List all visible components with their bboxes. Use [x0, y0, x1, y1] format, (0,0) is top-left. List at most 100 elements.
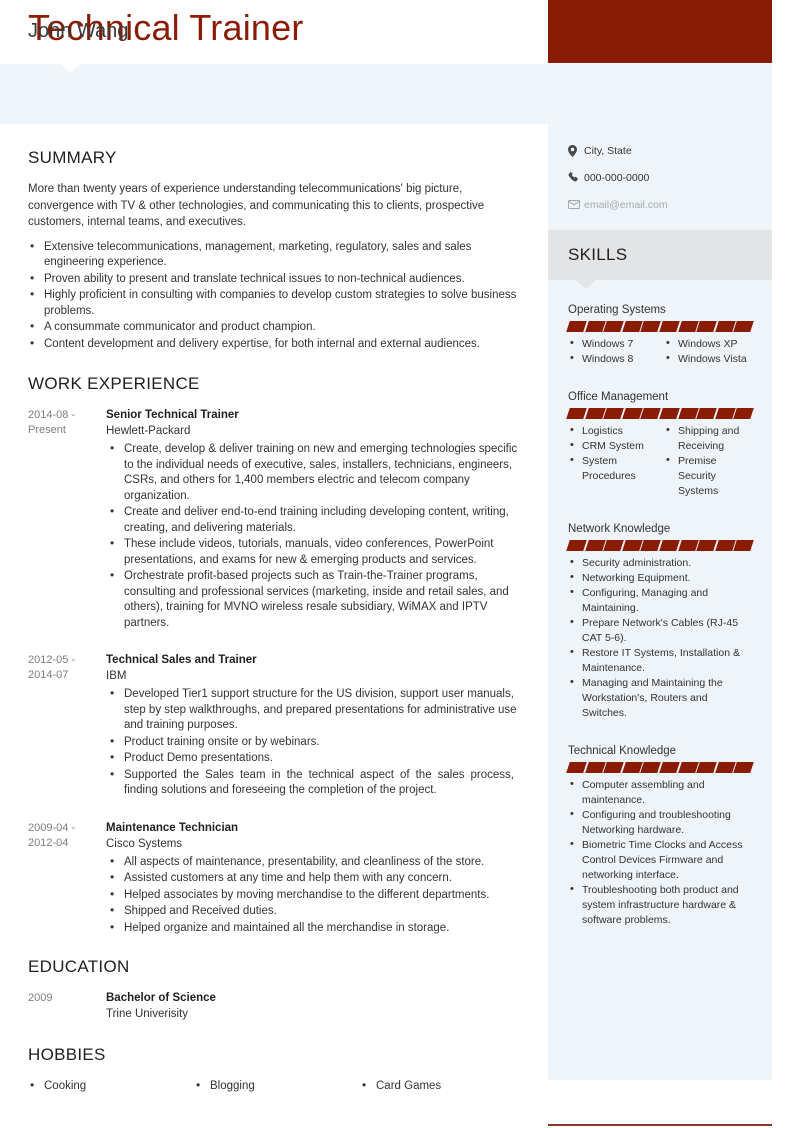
list-item: Premise Security Systems — [664, 453, 752, 499]
list-item: CRM System — [568, 438, 656, 454]
map-pin-icon — [568, 144, 584, 157]
skill-rating-bars — [566, 408, 754, 419]
list-item: Windows Vista — [664, 351, 752, 367]
contact-info-list: City, State 000-000-0000 email@email.com — [548, 124, 772, 230]
list-item: Create and deliver end-to-end training i… — [106, 504, 520, 536]
entry-bullet-list: All aspects of maintenance, presentabili… — [106, 854, 520, 937]
skill-group: Operating Systems Windows 7 Windows 8 Wi… — [548, 302, 772, 367]
list-item: Blogging — [194, 1077, 360, 1094]
skill-bar — [696, 321, 717, 332]
list-item: Networking Equipment. — [568, 570, 752, 586]
entry-date: 2009 — [28, 992, 53, 1004]
skill-bar — [621, 540, 643, 551]
skill-bar — [621, 321, 643, 332]
list-item: Computer assembling and maintenance. — [568, 777, 752, 808]
contact-phone: 000-000-0000 — [548, 164, 772, 191]
list-item: Troubleshooting both product and system … — [568, 882, 752, 928]
summary-heading: SUMMARY — [28, 148, 117, 167]
skill-group-label: Operating Systems — [568, 304, 666, 316]
skill-rating-bars — [566, 762, 754, 773]
skills-header-band: SKILLS — [548, 230, 772, 289]
list-item: Orchestrate profit-based projects such a… — [106, 568, 520, 631]
summary-bullet-list: Extensive telecommunications, management… — [28, 239, 520, 353]
skill-bar — [566, 540, 587, 551]
skill-bar — [603, 540, 624, 551]
section-education: EDUCATION 2009 Bachelor of Science Trine… — [28, 957, 520, 1025]
list-item: Developed Tier1 support structure for th… — [106, 686, 520, 734]
skill-bar — [603, 762, 624, 773]
list-item: Shipping and Receiving — [664, 423, 752, 454]
skill-item-columns: Logistics CRM System System Procedures S… — [568, 423, 752, 499]
entry-role: Maintenance Technician — [106, 821, 239, 834]
list-item: Helped organize and maintained all the m… — [106, 920, 520, 937]
entry-date: 2009-04 - 2012-04 — [28, 821, 76, 849]
list-item: System Procedures — [568, 453, 656, 484]
skill-bar — [566, 408, 587, 419]
contact-email: email@email.com — [548, 191, 772, 218]
skill-bar — [677, 762, 698, 773]
skill-bar — [584, 321, 605, 332]
hobbies-heading: HOBBIES — [28, 1045, 106, 1064]
contact-location-value: City, State — [584, 144, 632, 157]
skill-rating-bars — [566, 540, 754, 551]
list-item: Supported the Sales team in the technica… — [106, 767, 520, 799]
entry-date: 2012-05 - 2014-07 — [28, 654, 76, 681]
education-entry: 2009 Bachelor of Science Trine Univerisi… — [28, 990, 520, 1025]
skill-bar — [640, 762, 661, 773]
entry-body: Maintenance Technician Cisco Systems All… — [106, 820, 520, 938]
skill-bar — [733, 762, 754, 773]
footer-rule — [548, 1124, 772, 1126]
list-item: Product Demo presentations. — [106, 750, 520, 767]
skill-bar — [677, 321, 698, 332]
skill-bar — [584, 408, 605, 419]
education-heading: EDUCATION — [28, 957, 130, 976]
skill-item-columns: Windows 7 Windows 8 Windows XP Windows V… — [568, 336, 752, 367]
work-entry: 2012-05 - 2014-07 Technical Sales and Tr… — [28, 652, 520, 800]
list-item: Card Games — [360, 1077, 526, 1094]
skill-group: Office Management Logistics CRM System S… — [548, 389, 772, 499]
skill-column: Shipping and Receiving Premise Security … — [664, 423, 752, 499]
list-item: Shipped and Received duties. — [106, 903, 520, 920]
entry-body: Bachelor of Science Trine Univerisity — [106, 990, 520, 1025]
list-item: Security administration. — [568, 555, 752, 571]
main-column: SUMMARY More than twenty years of experi… — [0, 124, 548, 1094]
entry-role: Senior Technical Trainer — [106, 409, 239, 421]
school-name: Trine Univerisity — [106, 1008, 189, 1020]
list-item: Proven ability to present and translate … — [28, 271, 520, 288]
skill-bar — [714, 408, 736, 419]
skill-bar — [659, 540, 680, 551]
list-item: Extensive telecommunications, management… — [28, 239, 520, 271]
list-item: Managing and Maintaining the Workstation… — [568, 675, 752, 721]
list-item: Logistics — [568, 423, 656, 439]
name-band — [0, 64, 548, 124]
skill-column: Logistics CRM System System Procedures — [568, 423, 656, 499]
list-item: Assisted customers at any time and help … — [106, 870, 520, 887]
summary-paragraph: More than twenty years of experience und… — [28, 183, 485, 228]
entry-org: Hewlett-Packard — [106, 425, 191, 437]
header-accent-block — [548, 0, 772, 63]
list-item: Product training onsite or by webinars. — [106, 734, 520, 751]
skill-bar — [659, 321, 680, 332]
skill-bar — [621, 762, 643, 773]
skill-group-label: Office Management — [568, 391, 669, 403]
candidate-name: John Wang — [28, 20, 129, 42]
sidebar: City, State 000-000-0000 email@email.com… — [548, 124, 772, 1080]
skill-rating-bars — [566, 321, 754, 332]
contact-phone-value: 000-000-0000 — [584, 171, 650, 184]
skill-bar — [621, 408, 643, 419]
skill-group-label: Network Knowledge — [568, 523, 671, 535]
list-item: Helped associates by moving merchandise … — [106, 887, 520, 904]
entry-org: Cisco Systems — [106, 837, 183, 850]
resume-page: Technical Trainer John Wang SUMMARY More… — [0, 0, 800, 1128]
skill-column: Computer assembling and maintenance. Con… — [568, 777, 752, 928]
work-entry: 2009-04 - 2012-04 Maintenance Technician… — [28, 820, 520, 938]
list-item: Configuring and troubleshooting Networki… — [568, 807, 752, 838]
degree-title: Bachelor of Science — [106, 992, 216, 1004]
skill-bar — [584, 540, 605, 551]
list-item: Prepare Network's Cables (RJ-45 CAT 5-6)… — [568, 615, 752, 646]
list-item: Cooking — [28, 1077, 194, 1094]
skill-bar — [677, 540, 698, 551]
skill-group: Network Knowledge Security administratio… — [548, 521, 772, 721]
name-band-right — [548, 64, 772, 124]
skills-heading: SKILLS — [568, 245, 628, 264]
